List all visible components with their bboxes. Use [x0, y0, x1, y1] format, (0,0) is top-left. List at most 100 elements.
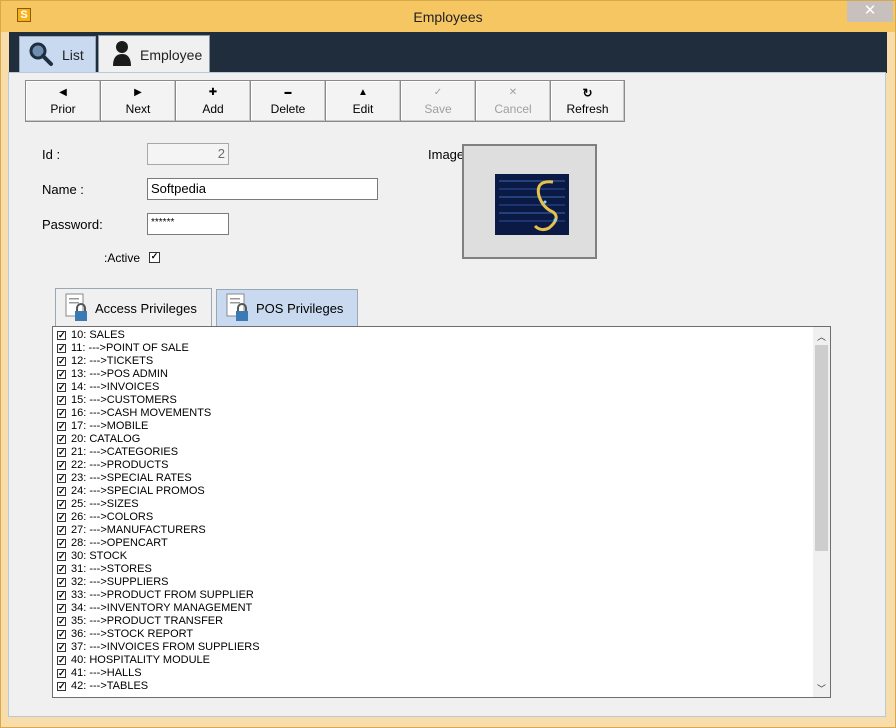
- prior-label: Prior: [50, 102, 76, 116]
- privilege-item[interactable]: ✓ 24: --->SPECIAL PROMOS: [57, 485, 260, 498]
- active-checkbox[interactable]: ✓: [149, 252, 160, 263]
- privilege-label: 20: CATALOG: [71, 433, 141, 445]
- privilege-item[interactable]: ✓ 21: --->CATEGORIES: [57, 446, 260, 459]
- user-icon: [112, 40, 132, 69]
- privilege-item[interactable]: ✓ 11: --->POINT OF SALE: [57, 342, 260, 355]
- tab-list[interactable]: List: [19, 36, 96, 73]
- privilege-checkbox[interactable]: ✓: [57, 513, 66, 522]
- refresh-button[interactable]: ↻ Refresh: [550, 80, 625, 122]
- next-button[interactable]: ▶ Next: [100, 80, 175, 122]
- scroll-down-icon[interactable]: ﹀: [816, 682, 827, 694]
- privilege-checkbox[interactable]: ✓: [57, 500, 66, 509]
- privilege-item[interactable]: ✓ 15: --->CUSTOMERS: [57, 394, 260, 407]
- privilege-checkbox[interactable]: ✓: [57, 448, 66, 457]
- privilege-label: 11: --->POINT OF SALE: [71, 342, 189, 354]
- privilege-checkbox[interactable]: ✓: [57, 409, 66, 418]
- privilege-item[interactable]: ✓ 17: --->MOBILE: [57, 420, 260, 433]
- privilege-item[interactable]: ✓ 32: --->SUPPLIERS: [57, 576, 260, 589]
- privilege-checkbox[interactable]: ✓: [57, 422, 66, 431]
- privilege-checkbox[interactable]: ✓: [57, 682, 66, 691]
- privilege-checkbox[interactable]: ✓: [57, 383, 66, 392]
- cancel-label: Cancel: [494, 102, 532, 116]
- privilege-label: 24: --->SPECIAL PROMOS: [71, 485, 205, 497]
- privilege-item[interactable]: ✓ 35: --->PRODUCT TRANSFER: [57, 615, 260, 628]
- privilege-item[interactable]: ✓ 16: --->CASH MOVEMENTS: [57, 407, 260, 420]
- privilege-label: 12: --->TICKETS: [71, 355, 154, 367]
- minus-icon: ▬: [284, 89, 292, 96]
- privilege-item[interactable]: ✓ 27: --->MANUFACTURERS: [57, 524, 260, 537]
- save-button[interactable]: ✓ Save: [400, 80, 475, 122]
- image-label: Image: [428, 147, 465, 162]
- privilege-item[interactable]: ✓ 31: --->STORES: [57, 563, 260, 576]
- privilege-checkbox[interactable]: ✓: [57, 344, 66, 353]
- cancel-icon: ✕: [508, 87, 518, 98]
- privilege-checkbox[interactable]: ✓: [57, 630, 66, 639]
- privilege-checkbox[interactable]: ✓: [57, 370, 66, 379]
- privilege-item[interactable]: ✓ 10: SALES: [57, 329, 260, 342]
- privilege-checkbox[interactable]: ✓: [57, 461, 66, 470]
- privilege-checkbox[interactable]: ✓: [57, 565, 66, 574]
- privilege-checkbox[interactable]: ✓: [57, 643, 66, 652]
- privilege-item[interactable]: ✓ 37: --->INVOICES FROM SUPPLIERS: [57, 641, 260, 654]
- privilege-item[interactable]: ✓ 12: --->TICKETS: [57, 355, 260, 368]
- close-button[interactable]: ✕: [847, 1, 893, 22]
- active-label: :Active: [104, 251, 141, 265]
- edit-button[interactable]: ▲ Edit: [325, 80, 400, 122]
- privilege-item[interactable]: ✓ 28: --->OPENCART: [57, 537, 260, 550]
- privilege-label: 17: --->MOBILE: [71, 420, 149, 432]
- privilege-checkbox[interactable]: ✓: [57, 526, 66, 535]
- search-icon: [28, 41, 54, 70]
- privileges-list[interactable]: ✓ 10: SALES ✓ 11: --->POINT OF SALE ✓ 12: ---…: [52, 326, 831, 698]
- privilege-checkbox[interactable]: ✓: [57, 331, 66, 340]
- password-field[interactable]: ******: [147, 213, 229, 235]
- privilege-checkbox[interactable]: ✓: [57, 591, 66, 600]
- delete-button[interactable]: ▬ Delete: [250, 80, 325, 122]
- privilege-item[interactable]: ✓ 14: --->INVOICES: [57, 381, 260, 394]
- privilege-item[interactable]: ✓ 20: CATALOG: [57, 433, 260, 446]
- privilege-checkbox[interactable]: ✓: [57, 435, 66, 444]
- tab-access-privileges[interactable]: Access Privileges: [55, 288, 212, 327]
- privilege-item[interactable]: ✓ 36: --->STOCK REPORT: [57, 628, 260, 641]
- tab-employee[interactable]: Employee: [98, 35, 210, 73]
- privilege-item[interactable]: ✓ 22: --->PRODUCTS: [57, 459, 260, 472]
- privilege-checkbox[interactable]: ✓: [57, 474, 66, 483]
- privilege-checkbox[interactable]: ✓: [57, 396, 66, 405]
- privilege-label: 10: SALES: [71, 329, 125, 341]
- privilege-checkbox[interactable]: ✓: [57, 357, 66, 366]
- privilege-checkbox[interactable]: ✓: [57, 656, 66, 665]
- privilege-checkbox[interactable]: ✓: [57, 604, 66, 613]
- privilege-item[interactable]: ✓ 42: --->TABLES: [57, 680, 260, 693]
- add-button[interactable]: ✚ Add: [175, 80, 250, 122]
- window-title: Employees: [413, 9, 483, 25]
- privilege-checkbox[interactable]: ✓: [57, 487, 66, 496]
- scroll-up-icon[interactable]: ︿: [816, 330, 827, 342]
- privilege-item[interactable]: ✓ 40: HOSPITALITY MODULE: [57, 654, 260, 667]
- privilege-checkbox[interactable]: ✓: [57, 552, 66, 561]
- prior-button[interactable]: ◀ Prior: [25, 80, 100, 122]
- privilege-item[interactable]: ✓ 33: --->PRODUCT FROM SUPPLIER: [57, 589, 260, 602]
- privilege-checkbox[interactable]: ✓: [57, 617, 66, 626]
- cancel-button[interactable]: ✕ Cancel: [475, 80, 550, 122]
- scroll-thumb[interactable]: [815, 345, 828, 551]
- privileges-items: ✓ 10: SALES ✓ 11: --->POINT OF SALE ✓ 12: ---…: [57, 329, 260, 693]
- tab-pos-privileges[interactable]: POS Privileges: [216, 289, 358, 326]
- privilege-item[interactable]: ✓ 23: --->SPECIAL RATES: [57, 472, 260, 485]
- privilege-item[interactable]: ✓ 30: STOCK: [57, 550, 260, 563]
- refresh-icon: ↻: [582, 86, 593, 100]
- name-field[interactable]: Softpedia: [147, 178, 378, 200]
- id-field[interactable]: 2: [147, 143, 229, 165]
- privilege-item[interactable]: ✓ 26: --->COLORS: [57, 511, 260, 524]
- privilege-item[interactable]: ✓ 34: --->INVENTORY MANAGEMENT: [57, 602, 260, 615]
- tab-employee-label: Employee: [140, 46, 203, 63]
- privilege-checkbox[interactable]: ✓: [57, 578, 66, 587]
- list-scrollbar[interactable]: ︿ ﹀: [813, 327, 830, 697]
- privilege-item[interactable]: ✓ 13: --->POS ADMIN: [57, 368, 260, 381]
- tab-access-privileges-label: Access Privileges: [95, 300, 197, 316]
- add-label: Add: [202, 102, 224, 116]
- privilege-item[interactable]: ✓ 41: --->HALLS: [57, 667, 260, 680]
- privilege-checkbox[interactable]: ✓: [57, 539, 66, 548]
- employee-image[interactable]: [462, 144, 597, 259]
- title-bar[interactable]: S Employees ✕: [1, 1, 895, 32]
- privilege-item[interactable]: ✓ 25: --->SIZES: [57, 498, 260, 511]
- privilege-checkbox[interactable]: ✓: [57, 669, 66, 678]
